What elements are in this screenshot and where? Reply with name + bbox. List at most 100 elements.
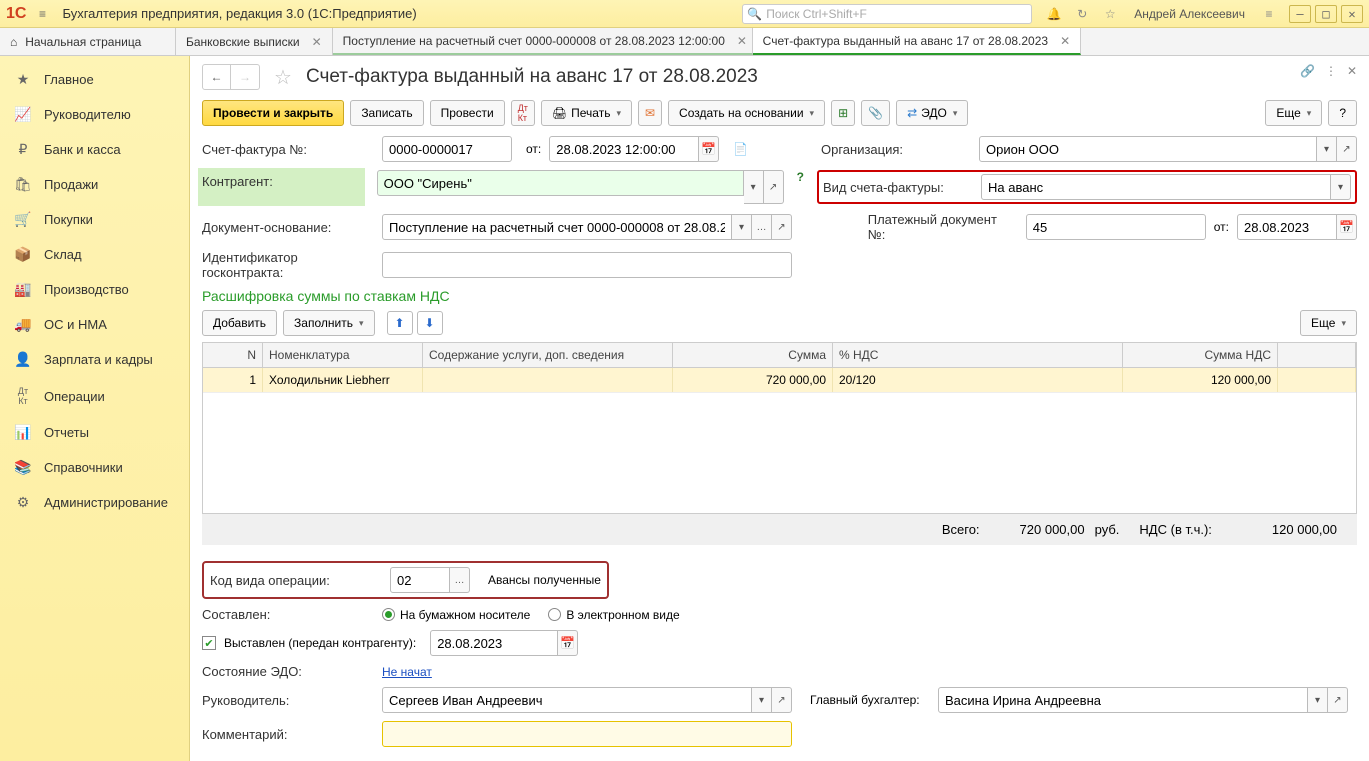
sidebar-item-catalogs[interactable]: 📚Справочники [0,450,189,485]
basis-input[interactable] [382,214,732,240]
chevron-down-icon: ▾ [1307,108,1312,119]
table-more-button[interactable]: Еще▾ [1300,310,1357,336]
close-icon[interactable]: ✕ [737,34,747,48]
attach-button[interactable]: 📎 [861,100,890,126]
tab-bank-statements[interactable]: Банковские выписки ✕ [176,28,333,55]
sidebar-item-production[interactable]: 🏭Производство [0,272,189,307]
col-n[interactable]: N [203,343,263,367]
open-button[interactable]: ↗ [772,214,792,240]
bell-icon[interactable]: 🔔 [1044,7,1064,21]
back-button[interactable]: ← [203,65,231,89]
save-button[interactable]: Записать [350,100,423,126]
sidebar-item-manager[interactable]: 📈Руководителю [0,97,189,132]
dtkt-button[interactable]: ДтКт [511,100,535,126]
sidebar-item-purchases[interactable]: 🛒Покупки [0,202,189,237]
move-up-button[interactable]: ⬆ [387,311,413,335]
radio-electronic[interactable]: В электронном виде [548,608,679,622]
more-button[interactable]: Еще▾ [1265,100,1322,126]
menu-icon[interactable]: ≡ [32,7,52,21]
dropdown-button[interactable]: ▾ [1308,687,1328,713]
table-row[interactable]: 1 Холодильник Liebherr 720 000,00 20/120… [203,368,1356,393]
invoice-type-input[interactable] [981,174,1331,200]
dropdown-button[interactable]: ▾ [1317,136,1337,162]
table-empty-area[interactable] [203,393,1356,513]
sidebar-item-label: Склад [44,247,82,262]
dropdown-button[interactable]: ▾ [732,214,752,240]
issued-checkbox[interactable]: ✔ [202,636,216,650]
post-button[interactable]: Провести [430,100,505,126]
maximize-button[interactable]: □ [1315,5,1337,23]
sidebar-item-bank[interactable]: ₽Банк и касса [0,132,189,167]
col-vsum[interactable]: Сумма НДС [1123,343,1278,367]
print-button[interactable]: 🖨Печать▾ [541,100,632,126]
counterparty-input[interactable] [377,170,744,196]
sidebar-item-sales[interactable]: 🛍Продажи [0,167,189,202]
dropdown-button[interactable]: ▾ [1331,174,1351,200]
comment-input[interactable] [382,721,792,747]
col-desc[interactable]: Содержание услуги, доп. сведения [423,343,673,367]
close-icon[interactable]: ✕ [312,35,322,49]
col-sum[interactable]: Сумма [673,343,833,367]
open-button[interactable]: ↗ [764,170,784,204]
date-input[interactable] [549,136,699,162]
gov-id-input[interactable] [382,252,792,278]
open-button[interactable]: ↗ [772,687,792,713]
post-flag-icon[interactable]: 📄 [733,142,748,156]
sidebar-item-admin[interactable]: ⚙Администрирование [0,485,189,520]
ellipsis-button[interactable]: … [450,567,470,593]
paydoc-label: Платежный документ №: [868,212,1018,242]
issued-date-input[interactable] [430,630,558,656]
sidebar-item-assets[interactable]: 🚚ОС и НМА [0,307,189,342]
tab-home[interactable]: ⌂ Начальная страница [0,28,176,55]
dropdown-button[interactable]: ▾ [752,687,772,713]
paydoc-input[interactable] [1026,214,1206,240]
forward-button[interactable]: → [231,65,259,89]
calendar-button[interactable]: 📅 [558,630,578,656]
head-input[interactable] [382,687,752,713]
tab-receipt[interactable]: Поступление на расчетный счет 0000-00000… [333,28,753,55]
kebab-icon[interactable]: ⋮ [1325,64,1337,78]
close-window-button[interactable]: ✕ [1341,5,1363,23]
calendar-button[interactable]: 📅 [1337,214,1357,240]
move-down-button[interactable]: ⬇ [417,311,443,335]
radio-paper[interactable]: На бумажном носителе [382,608,530,622]
fill-button[interactable]: Заполнить▾ [283,310,374,336]
help-icon[interactable]: ? [792,170,809,204]
calendar-button[interactable]: 📅 [699,136,719,162]
sidebar-item-operations[interactable]: ДтКтОперации [0,377,189,415]
help-button[interactable]: ? [1328,100,1357,126]
username[interactable]: Андрей Алексеевич [1134,7,1245,21]
add-row-button[interactable]: Добавить [202,310,277,336]
create-based-button[interactable]: Создать на основании▾ [668,100,825,126]
tab-invoice[interactable]: Счет-фактура выданный на аванс 17 от 28.… [753,28,1081,55]
minimize-button[interactable]: — [1289,5,1311,23]
op-code-input[interactable] [390,567,450,593]
edo-button[interactable]: ⇄ЭДО▾ [896,100,968,126]
org-input[interactable] [979,136,1317,162]
number-input[interactable] [382,136,512,162]
col-nom[interactable]: Номенклатура [263,343,423,367]
sidebar-item-reports[interactable]: 📊Отчеты [0,415,189,450]
search-input[interactable]: 🔍 Поиск Ctrl+Shift+F [742,4,1032,24]
col-vat[interactable]: % НДС [833,343,1123,367]
link-icon[interactable]: 🔗 [1300,64,1315,78]
related-button[interactable]: ⊞ [831,100,855,126]
mail-button[interactable]: ✉ [638,100,662,126]
sidebar-item-main[interactable]: ★Главное [0,62,189,97]
open-button[interactable]: ↗ [1337,136,1357,162]
post-and-close-button[interactable]: Провести и закрыть [202,100,344,126]
dropdown-button[interactable]: ▾ [744,170,764,204]
history-icon[interactable]: ↻ [1072,7,1092,21]
star-icon[interactable]: ☆ [1100,7,1120,21]
close-doc-button[interactable]: ✕ [1347,64,1357,78]
menu-lines-icon[interactable]: ≡ [1259,7,1279,21]
favorite-star-icon[interactable]: ☆ [274,65,292,90]
ellipsis-button[interactable]: … [752,214,772,240]
open-button[interactable]: ↗ [1328,687,1348,713]
close-icon[interactable]: ✕ [1060,34,1070,48]
sidebar-item-salary[interactable]: 👤Зарплата и кадры [0,342,189,377]
accountant-input[interactable] [938,687,1308,713]
sidebar-item-warehouse[interactable]: 📦Склад [0,237,189,272]
edo-state-link[interactable]: Не начат [382,665,432,679]
paydoc-date-input[interactable] [1237,214,1337,240]
